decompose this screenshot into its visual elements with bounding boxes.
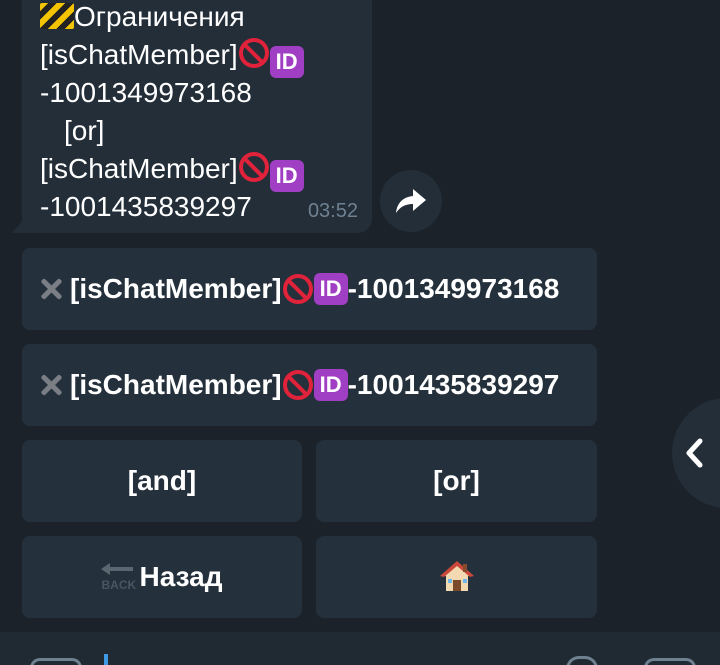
message-bubble: Ограничения [isChatMember] ID -1001349973…: [22, 0, 372, 233]
emoji-icon[interactable]: [30, 658, 82, 665]
chat-screen: Ограничения [isChatMember] ID -1001349973…: [0, 0, 720, 665]
keyboard-icon[interactable]: [644, 658, 696, 665]
keyboard-button-condition-1[interactable]: [isChatMember] ID -1001349973168: [22, 248, 597, 330]
no-entry-icon: [238, 152, 269, 182]
message-line-id-1: -1001349973168: [40, 77, 252, 108]
collapse-keyboard-button[interactable]: [672, 398, 720, 508]
construction-icon: [40, 3, 74, 29]
message-line-operator: [or]: [64, 115, 105, 146]
message-line-id-2: -1001435839297: [40, 191, 252, 222]
no-entry-icon: [238, 38, 269, 68]
keyboard-button-home[interactable]: [316, 536, 597, 618]
share-button[interactable]: [380, 170, 442, 232]
keyboard-button-condition-2[interactable]: [isChatMember] ID -1001435839297: [22, 344, 597, 426]
id-icon: ID: [313, 273, 348, 305]
message-time: 03:52: [307, 200, 358, 222]
no-entry-icon: [282, 274, 313, 304]
id-icon: ID: [313, 369, 348, 401]
message-line-condition-2: [isChatMember] ID: [40, 150, 304, 192]
message-line-condition-1: [isChatMember] ID: [40, 36, 304, 78]
message-text: Ограничения [isChatMember] ID -1001349973…: [40, 0, 304, 226]
chevron-left-icon: [686, 438, 703, 468]
share-icon: [396, 189, 426, 213]
no-entry-icon: [282, 370, 313, 400]
keyboard-button-or[interactable]: [or]: [316, 440, 597, 522]
back-icon: BACK: [101, 561, 137, 593]
keyboard-button-back[interactable]: BACK Назад: [22, 536, 302, 618]
bubble-tail: [12, 219, 24, 233]
close-icon: [38, 276, 64, 302]
house-icon: [439, 561, 474, 591]
attach-icon[interactable]: [566, 656, 598, 665]
back-label: Назад: [139, 561, 223, 592]
id-icon: ID: [269, 160, 304, 192]
message-line-title: Ограничения: [40, 0, 304, 36]
keyboard-button-and[interactable]: [and]: [22, 440, 302, 522]
id-icon: ID: [269, 46, 304, 78]
text-cursor[interactable]: [104, 654, 108, 665]
message-input-bar: [0, 632, 720, 665]
close-icon: [38, 372, 64, 398]
